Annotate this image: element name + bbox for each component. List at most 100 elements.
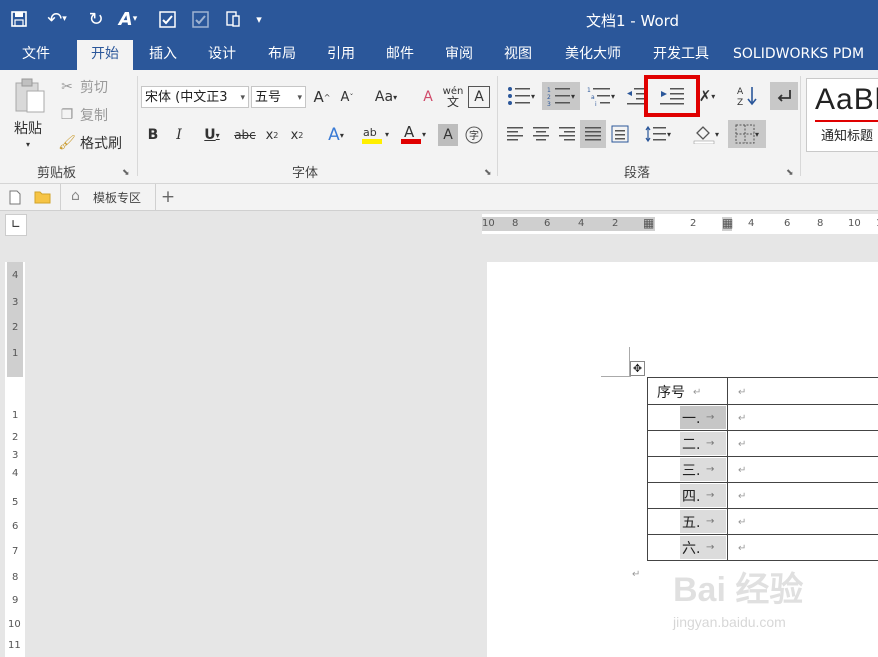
tab-mark: → bbox=[706, 516, 715, 527]
document-page[interactable]: ✥ 序号 ↵ ↵ 一. → ↵ 二. → ↵ 三. → ↵ 四. → ↵ 五. → bbox=[487, 262, 878, 657]
new-document-icon[interactable] bbox=[6, 187, 24, 207]
undo-icon[interactable]: ↶ ▾ bbox=[40, 6, 74, 32]
table-row[interactable]: 二. → bbox=[648, 431, 728, 457]
text-effects-icon[interactable]: A ▾ bbox=[320, 124, 352, 146]
borders-icon[interactable]: ▾ bbox=[728, 120, 766, 148]
ruler-indent-marker[interactable]: ▦ bbox=[722, 216, 733, 230]
tab-design[interactable]: 设计 bbox=[196, 40, 248, 70]
tab-mark: → bbox=[706, 490, 715, 501]
table-row[interactable]: 三. → bbox=[648, 457, 728, 483]
table-cell[interactable]: ↵ bbox=[728, 405, 878, 431]
italic-icon[interactable]: I bbox=[170, 124, 188, 146]
table-header-cell[interactable]: 序号 ↵ bbox=[648, 378, 728, 405]
paragraph-launcher-icon[interactable]: ⬊ bbox=[786, 168, 794, 178]
folder-icon[interactable] bbox=[32, 187, 52, 207]
table-cell[interactable]: ↵ bbox=[728, 509, 878, 535]
table-cell[interactable]: ↵ bbox=[728, 483, 878, 509]
tab-references[interactable]: 引用 bbox=[315, 40, 367, 70]
font-color-icon[interactable]: A ▾ bbox=[396, 122, 430, 146]
tab-solidworks-pdm[interactable]: SOLIDWORKS PDM bbox=[733, 40, 878, 70]
subscript-icon[interactable]: x2 bbox=[262, 124, 282, 146]
table-row[interactable]: 六. → bbox=[648, 535, 728, 561]
table-row[interactable]: 五. → bbox=[648, 509, 728, 535]
tab-view[interactable]: 视图 bbox=[492, 40, 544, 70]
strikethrough-button[interactable]: abc bbox=[232, 124, 258, 146]
tab-layout[interactable]: 布局 bbox=[256, 40, 308, 70]
numbering-icon[interactable]: 1 2 3 ▾ bbox=[542, 82, 580, 110]
multilevel-list-icon[interactable]: 1 a i ▾ bbox=[583, 84, 619, 108]
font-name-combo[interactable]: 宋体 (中文正3 ▾ bbox=[141, 86, 249, 108]
show-paragraph-marks-icon[interactable] bbox=[770, 82, 798, 110]
clipboard-launcher-icon[interactable]: ⬊ bbox=[122, 168, 130, 178]
format-painter-button[interactable]: 格式刷 bbox=[80, 133, 130, 153]
table-cell[interactable]: ↵ bbox=[728, 431, 878, 457]
align-right-icon[interactable] bbox=[555, 122, 579, 146]
copy-icon[interactable]: ❐ bbox=[58, 105, 76, 125]
format-painter-icon[interactable]: 🖌 bbox=[58, 133, 76, 153]
superscript-icon[interactable]: x2 bbox=[287, 124, 307, 146]
add-tab-icon[interactable]: + bbox=[158, 187, 178, 207]
table-row[interactable]: 四. → bbox=[648, 483, 728, 509]
phonetic-guide-button[interactable]: wén 文 bbox=[442, 84, 464, 110]
table[interactable]: 序号 ↵ ↵ 一. → ↵ 二. → ↵ 三. → ↵ 四. → ↵ 五. → ↵ bbox=[647, 377, 878, 561]
distributed-icon[interactable] bbox=[608, 122, 632, 146]
horizontal-ruler[interactable]: 10 8 6 4 2 ▦ 2 ▦ 4 6 8 10 12 bbox=[482, 214, 878, 234]
tab-developer[interactable]: 开发工具 bbox=[641, 40, 721, 70]
clear-formatting-icon[interactable]: A bbox=[417, 86, 439, 108]
paste-dropdown-icon[interactable]: ▾ bbox=[20, 138, 36, 150]
grow-font-icon[interactable]: A ^ bbox=[311, 86, 333, 108]
table-row[interactable]: 一. → bbox=[648, 405, 728, 431]
table-cell[interactable]: ↵ bbox=[728, 457, 878, 483]
bullets-icon[interactable]: ▾ bbox=[503, 84, 539, 108]
svg-text:a: a bbox=[591, 94, 595, 101]
style-preview: AaBl bbox=[815, 83, 878, 116]
line-spacing-icon[interactable]: ▾ bbox=[640, 122, 676, 146]
font-launcher-icon[interactable]: ⬊ bbox=[484, 168, 492, 178]
underline-icon[interactable]: U ▾ bbox=[196, 124, 228, 146]
scissors-icon[interactable]: ✂ bbox=[58, 77, 76, 97]
enclose-characters-icon[interactable]: 字 bbox=[464, 124, 484, 146]
asian-layout-icon[interactable]: ✗ ▾ bbox=[690, 84, 724, 108]
spelling-icon[interactable]: A ▾ bbox=[112, 6, 144, 32]
table-cell[interactable]: ↵ bbox=[728, 535, 878, 561]
paragraph-mark: ↵ bbox=[738, 465, 747, 476]
ruler-indent-marker[interactable]: ▦ bbox=[643, 216, 654, 230]
font-size-combo[interactable]: 五号 ▾ bbox=[251, 86, 306, 108]
template-zone-label: 模板专区 bbox=[93, 191, 142, 205]
justify-icon[interactable] bbox=[580, 120, 606, 148]
save-icon[interactable] bbox=[6, 6, 32, 32]
table-cell[interactable]: ↵ bbox=[728, 378, 878, 405]
align-center-icon[interactable] bbox=[529, 122, 553, 146]
bold-icon[interactable]: B bbox=[144, 124, 162, 146]
change-case-button[interactable]: Aa ▾ bbox=[368, 86, 404, 108]
sort-icon[interactable]: AZ bbox=[735, 84, 761, 108]
checkbox-icon[interactable] bbox=[156, 6, 178, 32]
cut-button[interactable]: 剪切 bbox=[80, 77, 112, 97]
style-notice-title[interactable]: AaBl 通知标题 bbox=[806, 78, 878, 152]
character-shading-icon[interactable]: A bbox=[438, 124, 458, 146]
paste-button[interactable]: 粘贴 bbox=[8, 118, 48, 138]
highlight-color-icon[interactable]: ab ▾ bbox=[356, 122, 394, 146]
tab-file[interactable]: 文件 bbox=[8, 40, 64, 70]
tab-home[interactable]: 开始 bbox=[77, 40, 133, 70]
tab-mailings[interactable]: 邮件 bbox=[374, 40, 426, 70]
redo-icon[interactable]: ↻ bbox=[84, 6, 108, 32]
tab-beautify-master[interactable]: 美化大师 bbox=[553, 40, 633, 70]
shading-icon[interactable]: ▾ bbox=[688, 122, 724, 146]
shrink-font-icon[interactable]: Aˇ bbox=[336, 86, 358, 108]
tab-review[interactable]: 审阅 bbox=[433, 40, 485, 70]
vertical-ruler[interactable]: 4 3 2 1 1 2 3 4 5 6 7 8 9 10 11 bbox=[5, 262, 25, 657]
paste-icon[interactable] bbox=[10, 76, 50, 116]
touch-mode-icon[interactable] bbox=[222, 6, 244, 32]
customize-icon[interactable]: ▾ bbox=[252, 6, 266, 32]
tab-template-zone[interactable]: ⌂ 模板专区 bbox=[60, 184, 156, 210]
copy-button[interactable]: 复制 bbox=[80, 105, 112, 125]
tab-selector-icon[interactable]: ∟ bbox=[5, 214, 27, 236]
character-border-icon[interactable]: A bbox=[468, 86, 490, 108]
ruler-label: 2 bbox=[12, 322, 19, 333]
align-left-icon[interactable] bbox=[503, 122, 527, 146]
ruler-label: 4 bbox=[748, 218, 755, 229]
table-move-handle-icon[interactable]: ✥ bbox=[630, 361, 645, 376]
svg-text:1: 1 bbox=[547, 87, 551, 94]
tab-insert[interactable]: 插入 bbox=[137, 40, 189, 70]
